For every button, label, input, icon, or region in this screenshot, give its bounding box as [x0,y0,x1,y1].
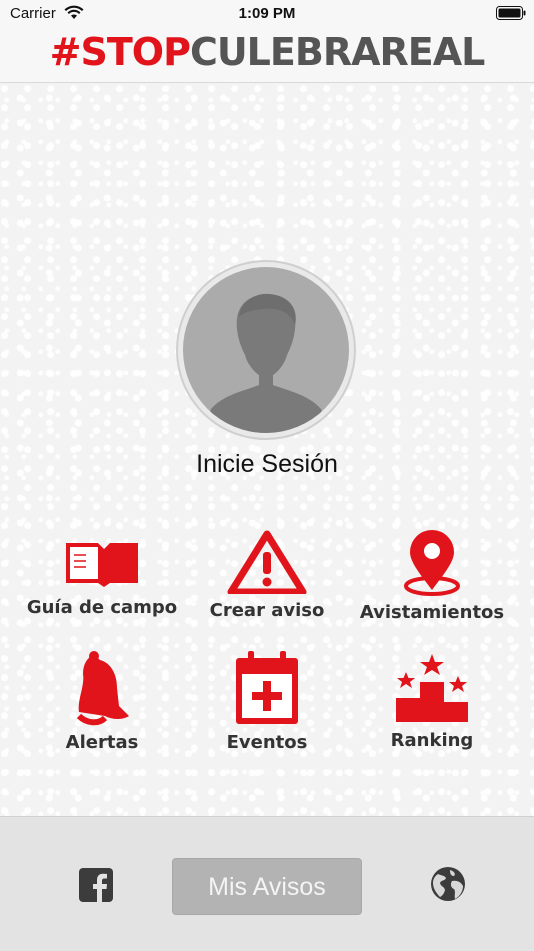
menu-item-label: Alertas [65,732,139,753]
status-bar: Carrier 1:09 PM [0,0,534,28]
bell-icon [76,651,129,726]
menu-item-crear-aviso[interactable]: Crear aviso [182,530,352,621]
app-brand-title: #STOPCULEBRAREAL [0,30,534,74]
menu-item-avistamientos[interactable]: Avistamientos [347,528,517,623]
person-silhouette-icon [203,293,329,433]
menu-item-label: Eventos [226,732,308,753]
avatar[interactable] [178,262,354,438]
top-bar: Carrier 1:09 PM #STOPCULEBRAREAL [0,0,534,83]
battery-icon [496,6,526,20]
map-pin-icon [404,530,460,596]
podium-icon [396,654,468,722]
mis-avisos-button[interactable]: Mis Avisos [172,858,362,915]
globe-icon[interactable] [430,866,466,902]
login-label[interactable]: Inicie Sesión [0,450,534,479]
clock: 1:09 PM [238,5,296,22]
menu-item-alertas[interactable]: Alertas [17,650,187,753]
menu-item-label: Crear aviso [209,600,325,621]
menu-item-guia-de-campo[interactable]: Guía de campo [17,535,187,618]
book-icon [66,543,138,587]
facebook-icon[interactable] [79,868,113,902]
calendar-plus-icon [236,651,298,724]
avatar-placeholder [183,267,349,433]
menu-item-label: Guía de campo [26,597,178,618]
menu-item-eventos[interactable]: Eventos [182,650,352,753]
brand-red-part: #STOP [49,30,191,74]
menu-item-label: Ranking [390,730,474,751]
warning-icon [227,530,307,594]
menu-item-label: Avistamientos [359,602,505,623]
brand-gray-part: CULEBRAREAL [189,30,485,74]
menu-item-ranking[interactable]: Ranking [347,652,517,751]
